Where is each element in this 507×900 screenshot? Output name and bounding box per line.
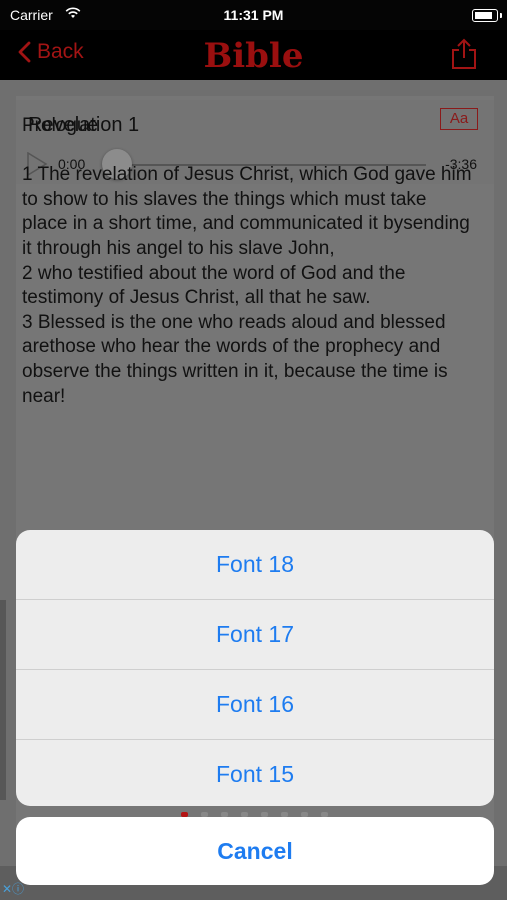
navigation-bar: Back Bible xyxy=(0,30,507,80)
chapter-text: Prologue 1 The revelation of Jesus Chris… xyxy=(22,114,472,409)
cancel-button[interactable]: Cancel xyxy=(16,817,494,885)
verse: 3 Blessed is the one who reads aloud and… xyxy=(22,311,448,407)
font-17-option[interactable]: Font 17 xyxy=(16,600,494,670)
ad-choices-icon[interactable]: ✕ⓘ xyxy=(2,880,24,897)
battery-icon xyxy=(472,9,502,22)
font-action-sheet: Font 18 Font 17 Font 16 Font 15 xyxy=(16,530,494,806)
status-bar: Carrier 11:31 PM xyxy=(0,0,507,30)
background-edge xyxy=(0,600,6,800)
font-18-option[interactable]: Font 18 xyxy=(16,530,494,600)
verse: 1 The revelation of Jesus Christ, which … xyxy=(22,164,472,259)
font-15-option[interactable]: Font 15 xyxy=(16,740,494,806)
app-title: Bible xyxy=(203,36,304,76)
verse: 2 who testified about the word of God an… xyxy=(22,262,406,309)
section-heading: Prologue xyxy=(22,115,99,136)
font-16-option[interactable]: Font 16 xyxy=(16,670,494,740)
status-time: 11:31 PM xyxy=(223,7,284,23)
share-icon[interactable] xyxy=(451,38,477,75)
